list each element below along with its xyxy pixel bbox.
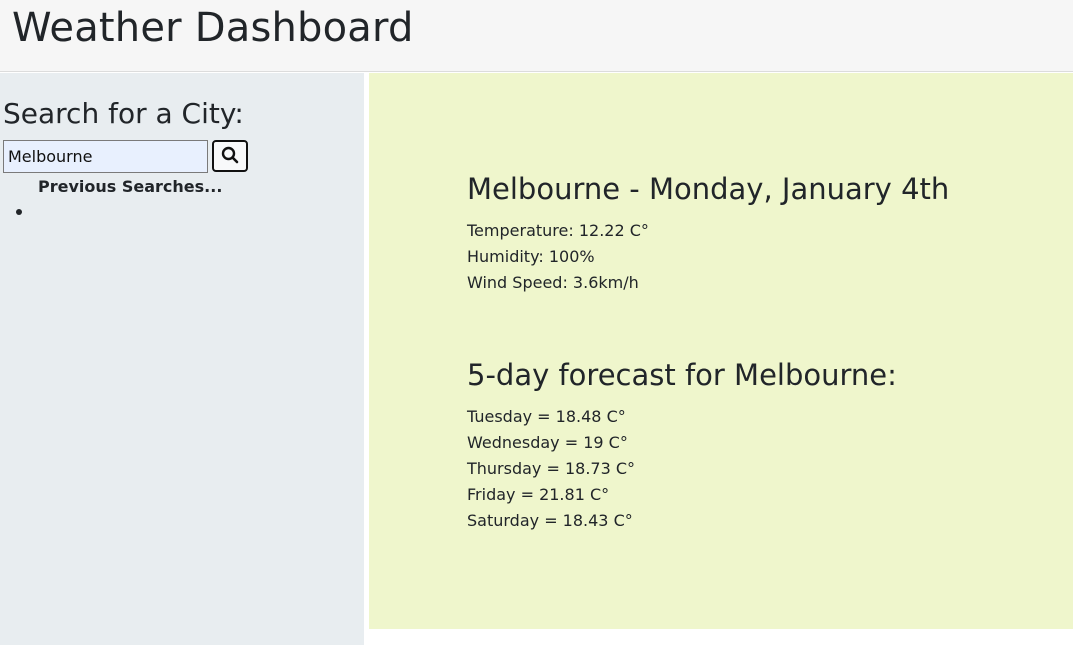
forecast-day: Saturday = 18.43 C°: [467, 511, 633, 530]
forecast-day: Thursday = 18.73 C°: [467, 459, 636, 478]
forecast-list: Tuesday = 18.48 C° Wednesday = 19 C° Thu…: [467, 404, 635, 534]
current-weather-title: Melbourne - Monday, January 4th: [467, 172, 950, 206]
forecast-day: Wednesday = 19 C°: [467, 433, 628, 452]
previous-searches-title: Previous Searches...: [38, 177, 223, 196]
forecast-day: Tuesday = 18.48 C°: [467, 407, 626, 426]
forecast-title: 5-day forecast for Melbourne:: [467, 358, 897, 392]
temperature-text: Temperature: 12.22 C°: [467, 221, 649, 240]
search-sidebar: Search for a City: Previous Searches...: [0, 73, 364, 645]
wind-speed-text: Wind Speed: 3.6km/h: [467, 273, 639, 292]
page-header: Weather Dashboard: [0, 0, 1073, 72]
search-heading: Search for a City:: [3, 97, 244, 130]
current-weather-details: Temperature: 12.22 C° Humidity: 100% Win…: [467, 218, 649, 296]
humidity-text: Humidity: 100%: [467, 247, 595, 266]
city-search-input[interactable]: [3, 140, 208, 173]
page-title: Weather Dashboard: [12, 5, 414, 51]
list-bullet: [16, 209, 22, 215]
search-button[interactable]: [212, 140, 248, 172]
forecast-day: Friday = 21.81 C°: [467, 485, 610, 504]
weather-panel: Melbourne - Monday, January 4th Temperat…: [369, 73, 1073, 629]
search-icon: [221, 146, 239, 167]
